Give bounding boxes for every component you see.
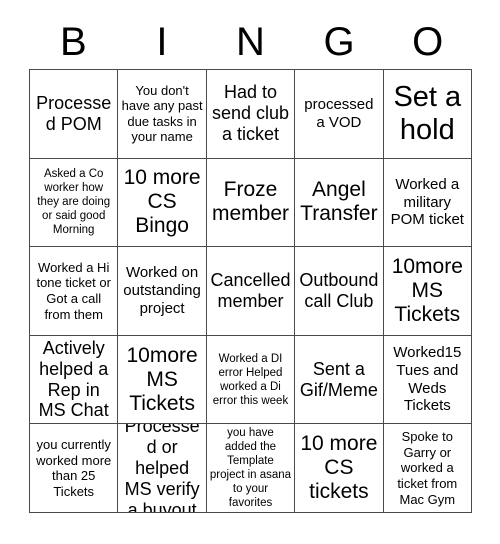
bingo-cell-label: Froze member xyxy=(211,178,289,226)
bingo-cell-r1-c4[interactable]: processed a VOD xyxy=(295,70,384,159)
bingo-cell-label: Had to send club a ticket xyxy=(211,82,290,145)
bingo-cell-r2-c4[interactable]: Angel Transfer xyxy=(295,158,384,248)
bingo-cell-label: Sent a Gif/Meme xyxy=(299,358,378,400)
bingo-cell-r4-c4[interactable]: Sent a Gif/Meme xyxy=(295,335,384,425)
bingo-cell-r4-c1[interactable]: Actively helped a Rep in MS Chat xyxy=(30,335,119,425)
bingo-cell-label: Worked15 Tues and Weds Tickets xyxy=(393,344,462,415)
bingo-cell-label: 10more MS Tickets xyxy=(126,343,198,415)
bingo-card: B I N G O Processed POM You don't have an… xyxy=(0,0,500,544)
bingo-cell-r3-c4[interactable]: Outbound call Club xyxy=(295,247,384,336)
bingo-cell-r1-c3[interactable]: Had to send club a ticket xyxy=(206,70,296,159)
bingo-cell-label: Asked a Co worker how they are doing or … xyxy=(37,168,111,237)
bingo-cell-r1-c2[interactable]: You don't have any past due tasks in you… xyxy=(118,70,207,159)
bingo-cell-r3-c2[interactable]: Worked on outstanding project xyxy=(118,247,207,336)
bingo-cell-r4-c5[interactable]: Worked15 Tues and Weds Tickets xyxy=(383,335,472,425)
bingo-cell-label: you currently worked more than 25 Ticket… xyxy=(36,437,112,499)
bingo-header: B I N G O xyxy=(29,14,472,69)
bingo-header-letter-o: O xyxy=(412,19,444,64)
bingo-cell-label: processed a VOD xyxy=(304,96,374,131)
bingo-cell-r2-c3[interactable]: Froze member xyxy=(206,158,296,248)
bingo-cell-r4-c2[interactable]: 10more MS Tickets xyxy=(118,335,207,425)
bingo-header-letter-g: G xyxy=(323,19,355,64)
bingo-cell-label: Set a hold xyxy=(393,81,462,146)
bingo-cell-label: Cancelled member xyxy=(210,270,291,311)
bingo-cell-label: 10more MS Tickets xyxy=(391,255,463,326)
bingo-cell-label: you have added the Template project in a… xyxy=(209,427,292,510)
bingo-cell-r1-c1[interactable]: Processed POM xyxy=(30,70,119,159)
bingo-cell-label: Actively helped a Rep in MS Chat xyxy=(38,337,109,421)
bingo-cell-r3-c3[interactable]: Cancelled member xyxy=(206,247,296,336)
bingo-cell-r1-c5[interactable]: Set a hold xyxy=(383,70,472,159)
bingo-header-letter-n: N xyxy=(236,19,265,64)
bingo-cell-label: Worked a DI error Helped worked a Di err… xyxy=(212,352,289,407)
bingo-cell-r5-c3[interactable]: you have added the Template project in a… xyxy=(206,424,296,513)
bingo-cell-r5-c4[interactable]: 10 more CS tickets xyxy=(295,424,384,513)
bingo-cell-r3-c1[interactable]: Worked a Hi tone ticket or Got a call fr… xyxy=(30,247,119,336)
bingo-cell-r5-c2[interactable]: Processed or helped MS verify a buyout xyxy=(118,424,207,513)
bingo-cell-r2-c1[interactable]: Asked a Co worker how they are doing or … xyxy=(30,158,119,248)
bingo-cell-r5-c5[interactable]: Spoke to Garry or worked a ticket from M… xyxy=(383,424,472,513)
bingo-cell-label: Outbound call Club xyxy=(299,270,379,311)
bingo-cell-label: Worked a military POM ticket xyxy=(390,175,464,229)
bingo-cell-label: You don't have any past due tasks in you… xyxy=(121,82,203,145)
bingo-cell-r3-c5[interactable]: 10more MS Tickets xyxy=(383,247,472,336)
bingo-cell-label: 10 more CS tickets xyxy=(300,432,378,504)
bingo-grid: Processed POM You don't have any past due… xyxy=(29,69,472,513)
bingo-cell-r4-c3[interactable]: Worked a DI error Helped worked a Di err… xyxy=(206,335,296,425)
bingo-cell-label: Angel Transfer xyxy=(300,178,378,226)
bingo-cell-label: 10 more CS Bingo xyxy=(123,166,201,238)
bingo-cell-label: Worked on outstanding project xyxy=(123,264,201,317)
bingo-cell-label: Spoke to Garry or worked a ticket from M… xyxy=(397,429,458,507)
bingo-cell-r2-c5[interactable]: Worked a military POM ticket xyxy=(383,158,472,248)
bingo-header-letter-i: I xyxy=(156,19,168,64)
bingo-cell-label: Processed POM xyxy=(36,92,112,134)
bingo-cell-r2-c2[interactable]: 10 more CS Bingo xyxy=(118,158,207,248)
bingo-cell-r5-c1[interactable]: you currently worked more than 25 Ticket… xyxy=(30,424,119,513)
bingo-header-letter-b: B xyxy=(59,19,87,64)
bingo-cell-label: Processed or helped MS verify a buyout xyxy=(124,424,200,513)
bingo-cell-label: Worked a Hi tone ticket or Got a call fr… xyxy=(36,259,111,322)
